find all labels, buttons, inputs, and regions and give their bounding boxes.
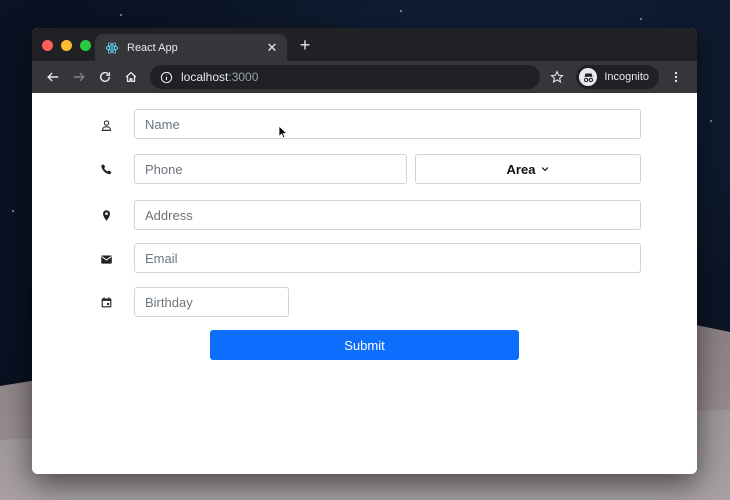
tab-strip: React App ✕ + <box>32 28 697 61</box>
address-bar[interactable]: localhost:3000 <box>150 65 540 89</box>
incognito-icon <box>579 68 598 86</box>
star <box>400 10 402 12</box>
reload-button[interactable] <box>92 65 118 89</box>
mouse-cursor-icon <box>278 125 288 139</box>
browser-window: React App ✕ + localhost:3000 Incognito … <box>32 28 697 474</box>
window-controls <box>42 40 91 51</box>
react-logo-icon <box>105 41 119 54</box>
page-content: Name Phone Area Address Email Birthday S… <box>32 93 697 474</box>
home-icon <box>125 71 137 83</box>
minimize-window-button[interactable] <box>61 40 72 51</box>
star <box>640 18 642 20</box>
area-select-label: Area <box>506 161 536 177</box>
person-icon <box>100 119 114 133</box>
name-input[interactable]: Name <box>134 109 641 139</box>
tab-title: React App <box>127 41 178 54</box>
star <box>710 120 712 122</box>
close-window-button[interactable] <box>42 40 53 51</box>
more-vertical-icon <box>674 71 678 83</box>
incognito-label: Incognito <box>604 71 649 83</box>
incognito-profile-button[interactable]: Incognito <box>576 65 659 89</box>
bookmark-button[interactable] <box>544 65 570 89</box>
url-host: localhost <box>181 70 229 84</box>
browser-menu-button[interactable] <box>663 65 689 89</box>
submit-button[interactable]: Submit <box>210 330 519 360</box>
arrow-left-icon <box>47 72 59 82</box>
url-port: :3000 <box>228 70 259 84</box>
forward-button[interactable] <box>66 65 92 89</box>
phone-input[interactable]: Phone <box>134 154 407 184</box>
area-select[interactable]: Area <box>415 154 641 184</box>
birthday-input[interactable]: Birthday <box>134 287 289 317</box>
mail-icon <box>100 253 114 267</box>
info-icon <box>160 71 173 83</box>
star-icon <box>550 70 565 84</box>
home-button[interactable] <box>118 65 144 89</box>
address-input[interactable]: Address <box>134 200 641 230</box>
phone-icon <box>100 163 114 177</box>
close-tab-icon[interactable]: ✕ <box>265 40 279 56</box>
calendar-icon <box>100 296 114 310</box>
star <box>120 14 122 16</box>
arrow-right-icon <box>73 72 85 82</box>
tab-react-app[interactable]: React App ✕ <box>95 34 287 61</box>
star <box>12 210 14 212</box>
reload-icon <box>99 71 111 83</box>
maximize-window-button[interactable] <box>80 40 91 51</box>
browser-toolbar: localhost:3000 Incognito <box>32 61 697 93</box>
new-tab-icon[interactable]: + <box>296 36 314 54</box>
back-button[interactable] <box>40 65 66 89</box>
location-pin-icon <box>100 209 114 223</box>
email-input[interactable]: Email <box>134 243 641 273</box>
chevron-down-icon <box>542 167 549 172</box>
